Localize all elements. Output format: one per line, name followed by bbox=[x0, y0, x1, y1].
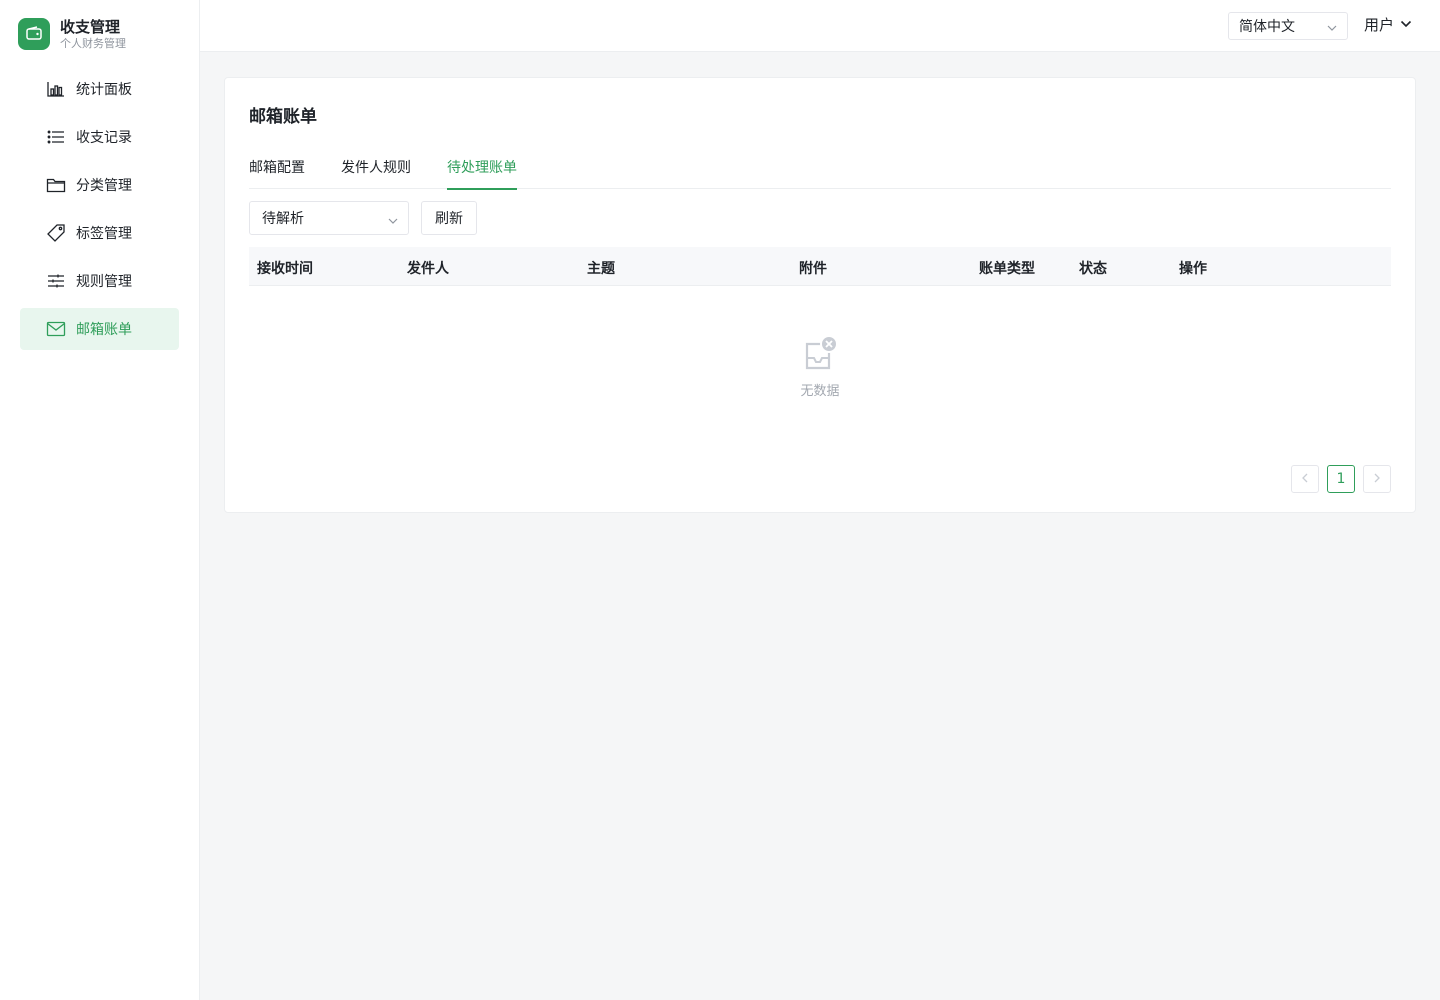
user-menu[interactable]: 用户 bbox=[1364, 14, 1412, 35]
chevron-down-icon bbox=[1327, 21, 1337, 37]
sidebar-item-email-bills[interactable]: 邮箱账单 bbox=[20, 308, 179, 350]
brand-title: 收支管理 bbox=[60, 17, 121, 36]
column-header: 接收时间 bbox=[257, 261, 313, 277]
sidebar-item-label: 标签管理 bbox=[76, 226, 132, 242]
chevron-down-icon bbox=[1400, 16, 1412, 34]
main-card: 邮箱账单 邮箱配置 发件人规则 待处理账单 待解析 刷新 接收时间 发件人 主题… bbox=[224, 77, 1416, 513]
column-header: 发件人 bbox=[407, 261, 449, 277]
sidebar-item-tags[interactable]: 标签管理 bbox=[20, 212, 179, 254]
column-header: 状态 bbox=[1079, 261, 1107, 277]
bar-chart-icon bbox=[46, 79, 66, 99]
next-page-button[interactable] bbox=[1363, 465, 1391, 493]
user-name: 用户 bbox=[1364, 16, 1395, 34]
table-header: 接收时间 发件人 主题 附件 账单类型 状态 操作 bbox=[249, 247, 1391, 286]
top-header: 简体中文 用户 bbox=[200, 0, 1440, 52]
language-value: 简体中文 bbox=[1239, 19, 1295, 35]
page-title: 邮箱账单 bbox=[249, 107, 317, 127]
sidebar-item-records[interactable]: 收支记录 bbox=[20, 116, 179, 158]
column-header: 操作 bbox=[1179, 261, 1207, 277]
column-header: 账单类型 bbox=[979, 261, 1035, 277]
sidebar-item-categories[interactable]: 分类管理 bbox=[20, 164, 179, 206]
chevron-down-icon bbox=[388, 214, 398, 230]
sidebar-item-rules[interactable]: 规则管理 bbox=[20, 260, 179, 302]
status-filter-select[interactable]: 待解析 bbox=[249, 201, 409, 235]
sidebar-item-label: 收支记录 bbox=[76, 130, 132, 146]
list-icon bbox=[46, 127, 66, 147]
mail-icon bbox=[46, 319, 66, 339]
page-button-1[interactable]: 1 bbox=[1327, 465, 1355, 493]
brand: 收支管理 个人财务管理 bbox=[0, 0, 199, 52]
chevron-right-icon bbox=[1373, 471, 1381, 487]
column-header: 主题 bbox=[587, 261, 615, 277]
sidebar-nav: 统计面板 收支记录 分类管理 标签管理 规则管理 邮箱账单 bbox=[0, 68, 199, 350]
sidebar-item-label: 分类管理 bbox=[76, 178, 132, 194]
chevron-left-icon bbox=[1301, 471, 1309, 487]
sidebar: 收支管理 个人财务管理 统计面板 收支记录 分类管理 标签管理 规则管理 邮箱账… bbox=[0, 0, 200, 1000]
wallet-icon bbox=[18, 18, 50, 50]
tab-sender-rules[interactable]: 发件人规则 bbox=[341, 158, 411, 189]
sliders-icon bbox=[46, 271, 66, 291]
brand-subtitle: 个人财务管理 bbox=[60, 36, 126, 50]
status-filter-value: 待解析 bbox=[262, 211, 304, 227]
folder-icon bbox=[46, 175, 66, 195]
language-select[interactable]: 简体中文 bbox=[1228, 12, 1348, 40]
tab-bar: 邮箱配置 发件人规则 待处理账单 bbox=[249, 158, 1391, 190]
sidebar-item-label: 邮箱账单 bbox=[76, 322, 132, 338]
empty-text: 无数据 bbox=[800, 384, 840, 399]
sidebar-item-label: 统计面板 bbox=[76, 82, 132, 98]
refresh-button[interactable]: 刷新 bbox=[421, 201, 477, 235]
tab-mailbox-config[interactable]: 邮箱配置 bbox=[249, 158, 305, 189]
empty-inbox-icon bbox=[802, 335, 838, 376]
sidebar-item-label: 规则管理 bbox=[76, 274, 132, 290]
empty-state: 无数据 bbox=[785, 334, 855, 399]
column-header: 附件 bbox=[799, 261, 827, 277]
prev-page-button[interactable] bbox=[1291, 465, 1319, 493]
tag-icon bbox=[46, 223, 66, 243]
tab-pending-bills[interactable]: 待处理账单 bbox=[447, 158, 517, 190]
sidebar-item-dashboard[interactable]: 统计面板 bbox=[20, 68, 179, 110]
